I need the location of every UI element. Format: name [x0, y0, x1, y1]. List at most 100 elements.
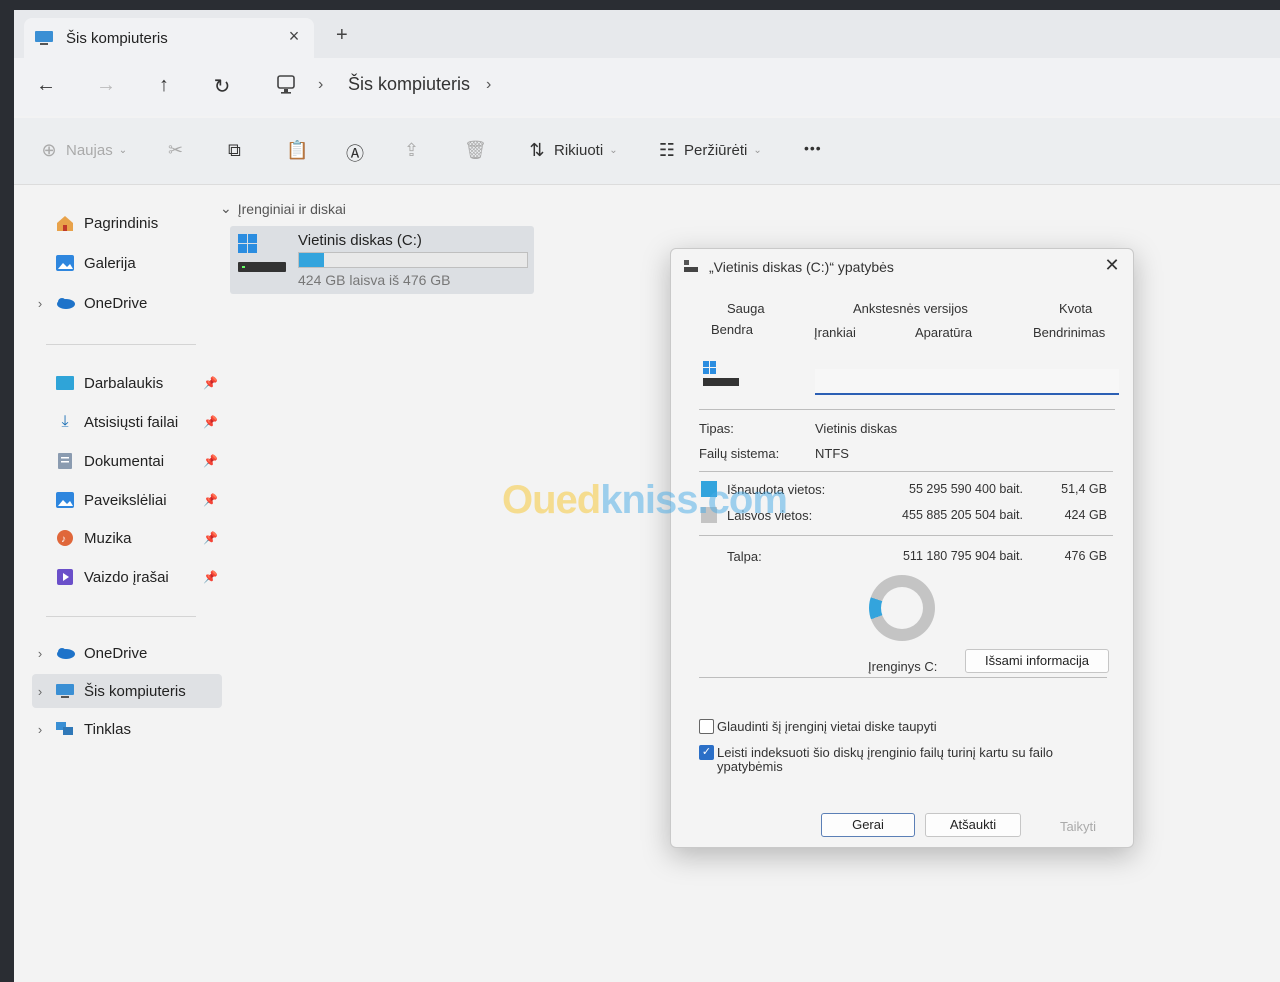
drive-usage-fill — [299, 253, 324, 267]
view-button[interactable]: ☷ Peržiūrėti ⌄ — [656, 140, 762, 161]
view-list-icon: ☷ — [658, 140, 676, 160]
apply-button[interactable]: Taikyti — [1031, 815, 1125, 839]
sort-button[interactable]: ⇅ Rikiuoti ⌄ — [526, 140, 618, 161]
tab-general[interactable]: Bendra — [711, 322, 753, 337]
cloud-icon — [54, 643, 76, 663]
paste-icon[interactable]: 📋 — [286, 140, 308, 161]
sidebar-item-this-pc[interactable]: › Šis kompiuteris — [32, 674, 222, 708]
sort-icon: ⇅ — [529, 140, 545, 160]
divider — [699, 471, 1113, 472]
new-button[interactable]: ⊕ Naujas ⌄ — [38, 140, 127, 161]
index-label: Leisti indeksuoti šio diskų įrenginio fa… — [717, 745, 1054, 774]
document-icon — [54, 451, 76, 471]
disk-usage-donut — [869, 575, 935, 641]
filesystem-label: Failų sistema: — [699, 446, 780, 461]
back-button[interactable]: ← — [34, 74, 58, 97]
sidebar-item-label: Dokumentai — [84, 452, 165, 470]
tab-tools[interactable]: Įrankiai — [814, 325, 856, 340]
cut-icon[interactable]: ✂ — [168, 140, 190, 161]
watermark: Ouedkniss.com — [502, 478, 788, 523]
pin-icon[interactable]: 📌 — [203, 531, 218, 545]
sidebar-item-network[interactable]: › Tinklas — [32, 712, 222, 746]
drive-label-input[interactable] — [815, 369, 1123, 395]
sidebar-item-label: Atsisiųsti failai — [84, 413, 179, 431]
chevron-right-icon[interactable]: › — [32, 646, 48, 661]
pictures-icon — [54, 490, 76, 510]
pin-icon[interactable]: 📌 — [203, 376, 218, 390]
sidebar-item-label: Muzika — [84, 529, 132, 547]
type-value: Vietinis diskas — [815, 421, 898, 436]
rename-icon[interactable]: Ⓐ — [346, 140, 368, 166]
sidebar-item-videos[interactable]: Vaizdo įrašai 📌 — [32, 560, 222, 594]
pin-icon[interactable]: 📌 — [203, 415, 218, 429]
pin-icon[interactable]: 📌 — [203, 454, 218, 468]
sidebar-item-label: Paveikslėliai — [84, 491, 167, 509]
device-label: Įrenginys C: — [868, 659, 938, 674]
close-tab-icon[interactable]: × — [284, 26, 304, 47]
ok-button[interactable]: Gerai — [821, 813, 915, 837]
refresh-button[interactable]: ↻ — [210, 74, 234, 99]
pin-icon[interactable]: 📌 — [203, 493, 218, 507]
compress-label: Glaudinti šį įrenginį vietai diske taupy… — [717, 719, 937, 734]
compress-checkbox[interactable] — [699, 719, 714, 734]
sidebar-item-onedrive[interactable]: › OneDrive — [32, 286, 222, 320]
sidebar-item-desktop[interactable]: Darbalaukis 📌 — [32, 366, 222, 400]
sidebar-item-pictures[interactable]: Paveikslėliai 📌 — [32, 483, 222, 517]
desktop-icon — [54, 373, 76, 393]
sidebar-item-label: Tinklas — [84, 720, 131, 738]
chevron-down-icon: ⌄ — [118, 145, 128, 156]
more-options-button[interactable]: ••• — [804, 140, 822, 156]
drive-label-textbox[interactable] — [815, 369, 1123, 395]
tab-quota[interactable]: Kvota — [1059, 301, 1092, 316]
sidebar-item-gallery[interactable]: Galerija — [32, 246, 222, 280]
divider — [46, 616, 196, 617]
donut-hole — [881, 587, 923, 629]
chevron-right-icon[interactable]: › — [32, 684, 48, 699]
sidebar-item-documents[interactable]: Dokumentai 📌 — [32, 444, 222, 478]
capacity-size: 476 GB — [1064, 549, 1107, 563]
pin-icon[interactable]: 📌 — [203, 570, 218, 584]
tab-this-pc[interactable]: Šis kompiuteris × — [24, 18, 314, 58]
tab-sharing[interactable]: Bendrinimas — [1033, 325, 1105, 340]
chevron-right-icon[interactable]: › — [32, 722, 48, 737]
music-icon: ♪ — [54, 528, 76, 548]
share-icon[interactable]: ⇪ — [404, 140, 426, 161]
divider — [699, 535, 1113, 536]
drive-icon — [684, 260, 698, 272]
properties-dialog: „Vietinis diskas (C:)“ ypatybės ✕ Sauga … — [670, 248, 1134, 848]
filesystem-value: NTFS — [815, 446, 849, 461]
devices-group-header[interactable]: ⌄ Įrenginiai ir diskai — [220, 200, 346, 217]
close-icon[interactable]: ✕ — [1101, 255, 1123, 276]
new-label: Naujas — [66, 142, 113, 159]
index-checkbox[interactable]: ✓ — [699, 745, 714, 760]
forward-button[interactable]: → — [94, 74, 118, 97]
command-bar: ⊕ Naujas ⌄ ✂ ⧉ 📋 Ⓐ ⇪ 🗑 ⇅ Rikiuoti ⌄ ☷ Pe… — [14, 118, 1280, 185]
address-bar: ← → ↑ ↻ › Šis kompiuteris › — [14, 58, 1280, 116]
copy-icon[interactable]: ⧉ — [228, 140, 250, 161]
drive-c-tile[interactable]: Vietinis diskas (C:) 424 GB laisva iš 47… — [230, 226, 534, 294]
tab-security[interactable]: Sauga — [727, 301, 765, 316]
breadcrumb-separator[interactable]: › — [486, 76, 491, 94]
chevron-down-icon: ⌄ — [609, 145, 618, 156]
sidebar-item-home[interactable]: Pagrindinis — [32, 206, 222, 240]
chevron-right-icon[interactable]: › — [32, 296, 48, 311]
up-button[interactable]: ↑ — [152, 74, 176, 97]
watermark-text: kniss.com — [600, 478, 788, 522]
sidebar-item-label: Galerija — [84, 254, 136, 272]
details-button[interactable]: Išsami informacija — [965, 649, 1109, 673]
sidebar-item-onedrive[interactable]: › OneDrive — [32, 636, 222, 670]
tab-previous-versions[interactable]: Ankstesnės versijos — [853, 301, 968, 316]
drive-icon — [238, 234, 286, 272]
sidebar-item-label: Šis kompiuteris — [84, 682, 186, 700]
delete-icon[interactable]: 🗑 — [464, 140, 487, 161]
computer-icon[interactable] — [276, 74, 296, 96]
network-icon — [54, 719, 76, 739]
sidebar-item-music[interactable]: ♪ Muzika 📌 — [32, 521, 222, 555]
sidebar-item-downloads[interactable]: ⤓ Atsisiųsti failai 📌 — [32, 405, 222, 439]
breadcrumb[interactable]: Šis kompiuteris — [348, 74, 470, 95]
computer-icon — [54, 681, 76, 701]
new-tab-button[interactable]: + — [336, 24, 348, 47]
tab-hardware[interactable]: Aparatūra — [915, 325, 972, 340]
cancel-button[interactable]: Atšaukti — [925, 813, 1021, 837]
sidebar-item-label: Darbalaukis — [84, 374, 164, 392]
